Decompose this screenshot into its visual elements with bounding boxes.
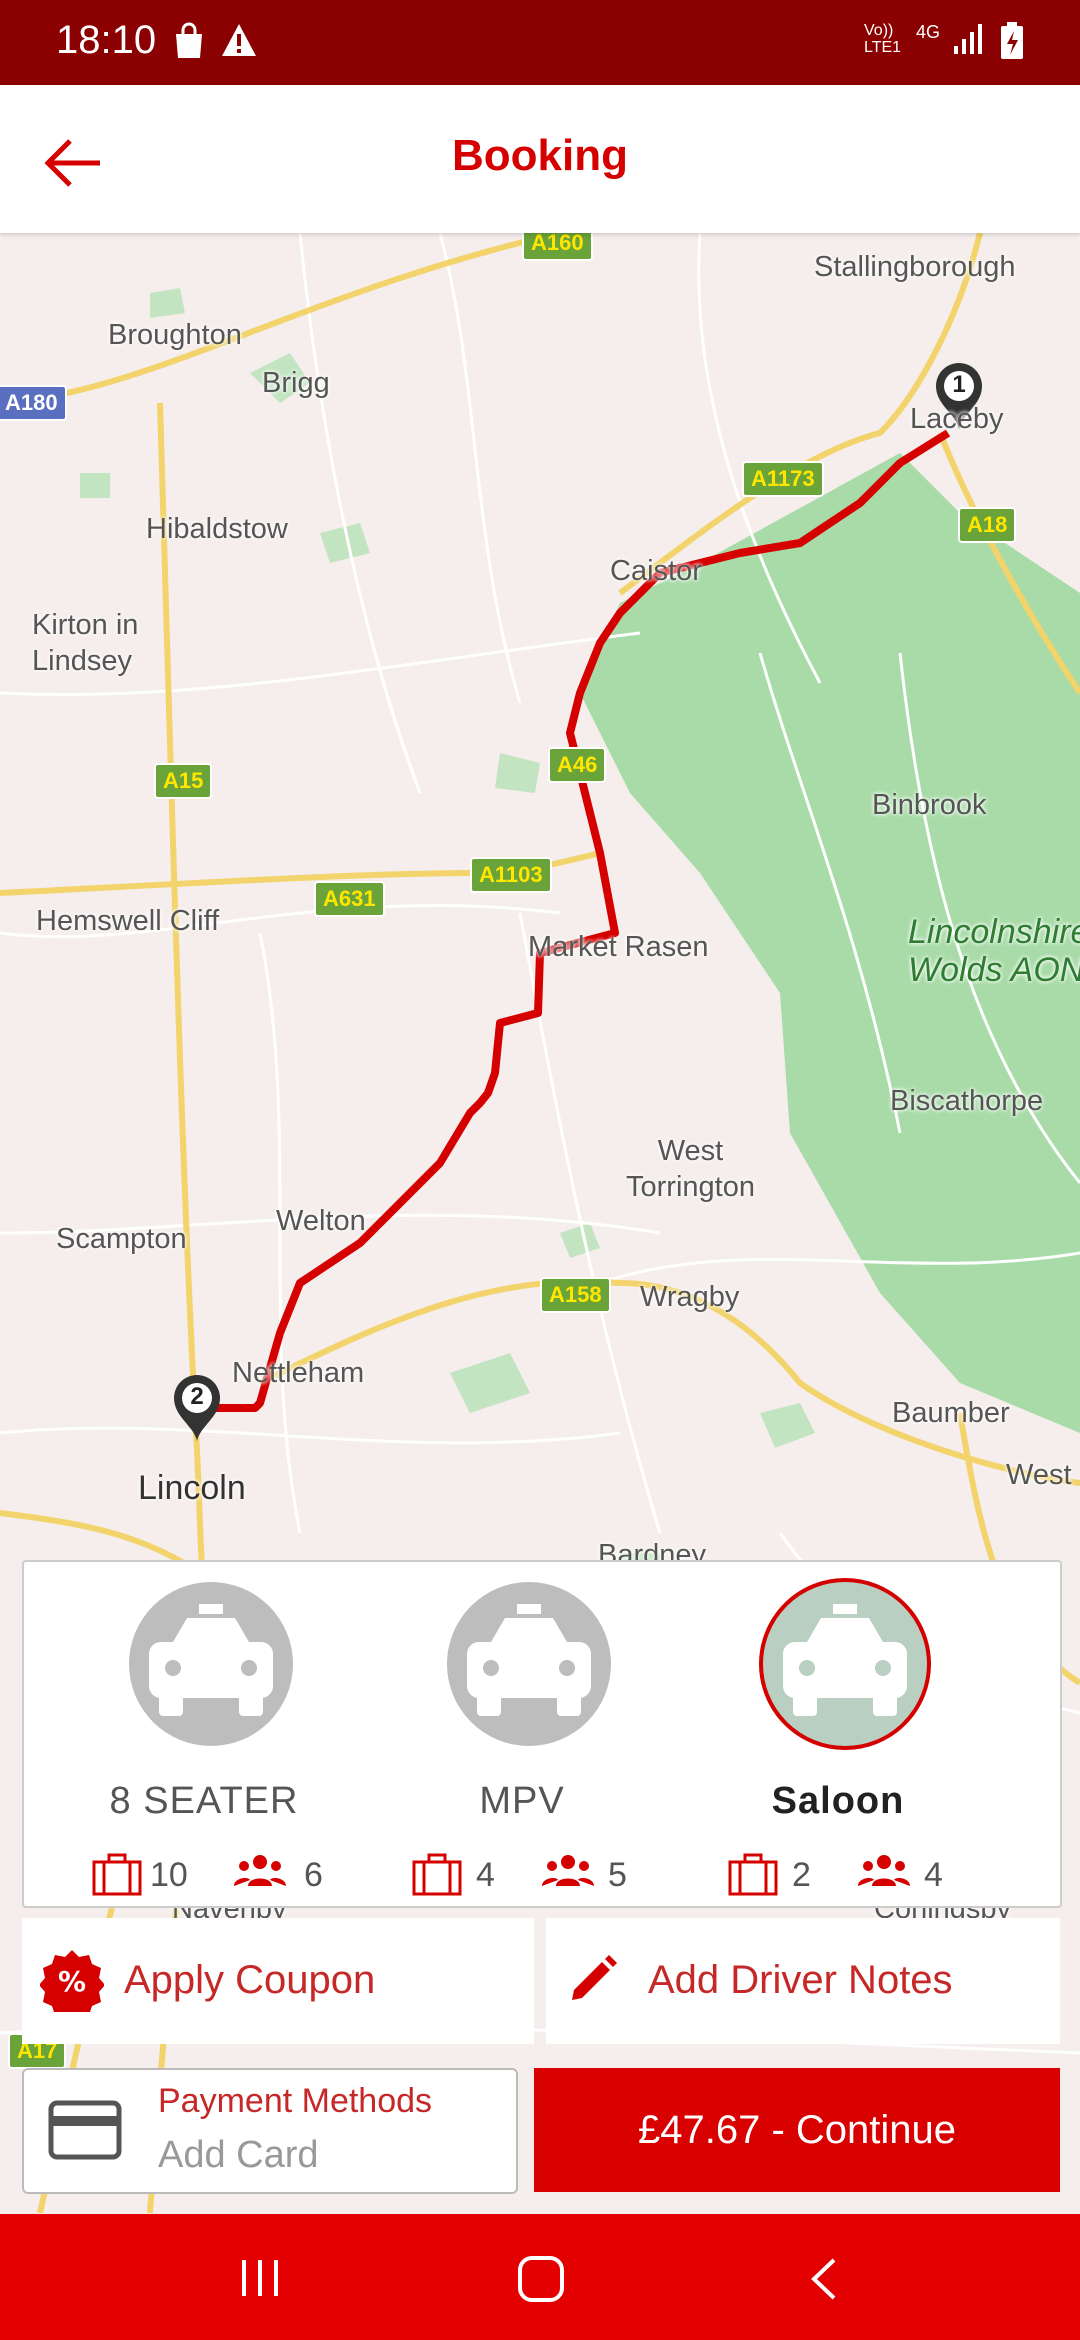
volte-label: Vo)) <box>864 22 894 39</box>
route-end-marker[interactable]: 2 <box>170 1371 224 1443</box>
payment-methods-title: Payment Methods <box>158 2082 433 2120</box>
luggage-count: 4 <box>476 1856 495 1894</box>
back-icon[interactable] <box>806 2256 842 2307</box>
luggage-count: 10 <box>150 1856 188 1894</box>
percent-badge-icon: % <box>39 1948 105 2020</box>
place-label: Nettleham <box>232 1357 365 1389</box>
place-label: Stallingborough <box>814 251 1016 283</box>
road-shield: A180 <box>0 385 67 421</box>
passenger-count: 4 <box>924 1856 943 1894</box>
passenger-count: 5 <box>608 1856 627 1894</box>
system-nav-bar <box>0 2214 1080 2340</box>
vehicle-selector: 8 SEATER 10 6 MPV 4 5 Saloon 2 4 <box>22 1560 1062 1908</box>
shopping-bag-icon <box>172 22 206 65</box>
status-bar: 18:10 Vo)) LTE1 4G <box>0 0 1080 85</box>
route-start-label: 1 <box>952 371 966 398</box>
passenger-count: 6 <box>304 1856 323 1894</box>
vehicle-option-mpv[interactable]: MPV 4 5 <box>372 1582 672 1896</box>
apply-coupon-button[interactable]: % Apply Coupon <box>22 1918 534 2044</box>
home-icon[interactable] <box>516 2254 566 2309</box>
vehicle-option-8-seater[interactable]: 8 SEATER 10 6 <box>54 1582 354 1896</box>
road-shield: A15 <box>154 763 213 799</box>
warning-icon <box>220 22 258 63</box>
vehicle-name: MPV <box>479 1780 565 1822</box>
passengers-icon <box>542 1852 594 1901</box>
passengers-icon <box>858 1852 910 1901</box>
page-title: Booking <box>452 131 628 180</box>
place-label: Hibaldstow <box>146 513 288 545</box>
place-label: Brigg <box>262 367 330 399</box>
place-label: Market Rasen <box>528 931 709 963</box>
luggage-count: 2 <box>792 1856 811 1894</box>
place-label: Wragby <box>640 1281 740 1313</box>
luggage-icon <box>728 1852 778 1905</box>
place-label: Lincolnshire Wolds AONB <box>908 913 1080 989</box>
pencil-icon <box>568 1952 620 2009</box>
vehicle-option-saloon[interactable]: Saloon 2 4 <box>688 1578 988 1896</box>
status-time: 18:10 <box>56 18 157 62</box>
vehicle-name: 8 SEATER <box>109 1780 299 1822</box>
svg-text:%: % <box>58 1965 86 1998</box>
place-label: Lincoln <box>138 1469 246 1507</box>
place-label: Hemswell Cliff <box>36 905 220 937</box>
place-label: Baumber <box>892 1397 1010 1429</box>
payment-method-value: Add Card <box>158 2134 319 2176</box>
road-shield: A160 <box>522 233 593 261</box>
continue-button[interactable]: £47.67 - Continue <box>534 2068 1060 2192</box>
luggage-icon <box>412 1852 462 1905</box>
place-label: Biscathorpe <box>890 1085 1044 1117</box>
road-shield: A158 <box>540 1277 611 1313</box>
place-label: Kirton in Lindsey <box>32 609 139 677</box>
road-shield: A1103 <box>470 857 552 893</box>
place-label: Binbrook <box>872 789 987 821</box>
place-label: Welton <box>276 1205 366 1237</box>
route-end-label: 2 <box>190 1383 204 1410</box>
battery-charging-icon <box>1000 22 1024 65</box>
road-shield: A18 <box>958 507 1017 543</box>
vehicle-name: Saloon <box>771 1780 905 1822</box>
luggage-icon <box>92 1852 142 1905</box>
signal-icon <box>952 22 984 61</box>
add-driver-notes-label: Add Driver Notes <box>648 1958 953 2002</box>
network-label: Vo)) LTE1 <box>864 22 901 56</box>
place-label: Scampton <box>56 1223 187 1255</box>
road-shield: A46 <box>548 747 607 783</box>
road-shield: A631 <box>314 881 385 917</box>
place-label: Caistor <box>610 555 702 587</box>
place-label: Laceby <box>910 403 1004 435</box>
app-header: Booking <box>0 85 1080 233</box>
credit-card-icon <box>48 2100 122 2165</box>
taxi-icon <box>129 1582 293 1746</box>
apply-coupon-label: Apply Coupon <box>124 1958 376 2002</box>
taxi-icon <box>759 1578 931 1750</box>
payment-methods-button[interactable]: Payment Methods Add Card <box>22 2068 518 2194</box>
place-label: West <box>1006 1459 1072 1491</box>
place-label: West Torrington <box>626 1135 755 1203</box>
network-type: 4G <box>916 22 941 42</box>
add-driver-notes-button[interactable]: Add Driver Notes <box>546 1918 1060 2044</box>
road-shield: A1173 <box>742 461 824 497</box>
recent-apps-icon[interactable] <box>238 2256 282 2305</box>
place-label: Broughton <box>108 319 242 351</box>
route-map[interactable]: 1 2 Stallingborough Broughton Brigg Lace… <box>0 233 1080 2213</box>
taxi-icon <box>447 1582 611 1746</box>
passengers-icon <box>234 1852 286 1901</box>
lte-label: LTE1 <box>864 39 902 56</box>
